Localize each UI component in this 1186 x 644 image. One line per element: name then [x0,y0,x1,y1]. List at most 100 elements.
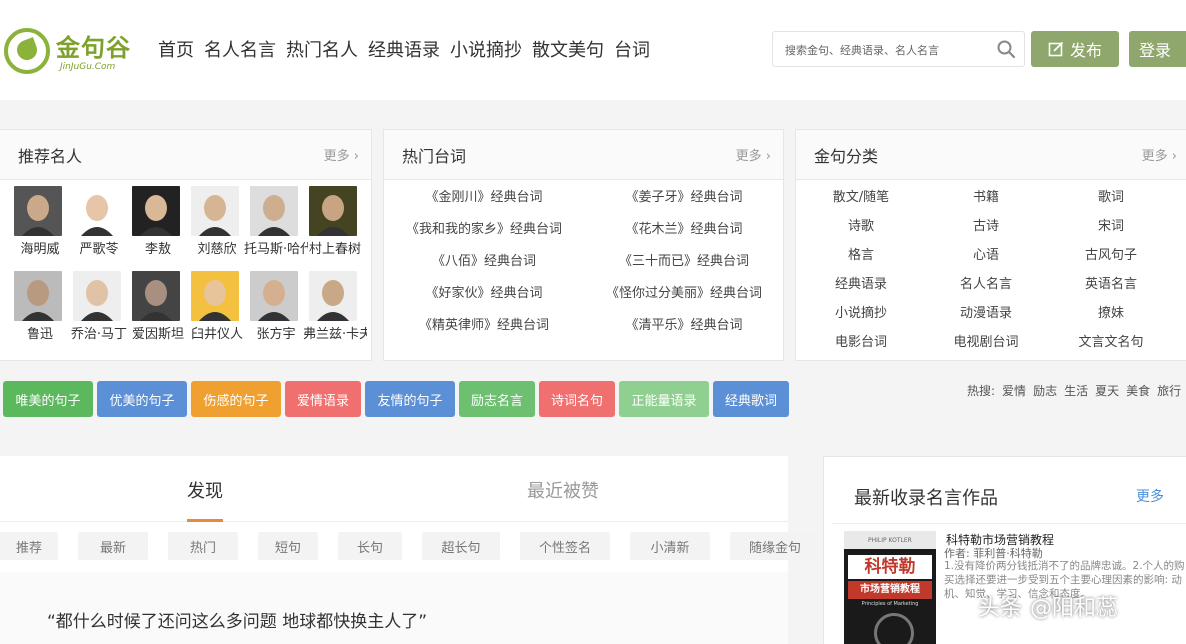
person-card[interactable]: 张方宇 [248,271,307,342]
nav-lines[interactable]: 台词 [614,36,650,62]
hot-search-link[interactable]: 旅行 [1157,382,1181,399]
line-item[interactable]: 《花木兰》经典台词 [584,218,784,237]
subtab[interactable]: 随缘金句 [730,532,820,560]
category-item[interactable]: 书籍 [926,186,1046,205]
person-card[interactable]: 严歌苓 [71,186,130,257]
categories-panel: 金句分类 更多 › 散文/随笔书籍歌词诗歌古诗宋词格言心语古风句子经典语录名人名… [795,129,1186,361]
person-card[interactable]: 弗兰兹·卡夫卡 [307,271,366,342]
person-name: 乔治·马丁 [67,323,131,342]
nav-prose[interactable]: 散文美句 [532,36,604,62]
category-item[interactable]: 电影台词 [796,331,926,350]
category-item[interactable]: 散文/随笔 [796,186,926,205]
person-avatar [14,271,62,321]
publish-button[interactable]: 发布 [1031,31,1119,67]
person-card[interactable]: 刘慈欣 [189,186,248,257]
category-item[interactable]: 宋词 [1046,215,1176,234]
feed-quote[interactable]: “都什么时候了还问这么多问题 地球都快换主人了” [47,607,427,632]
category-item[interactable]: 英语名言 [1046,273,1176,292]
tag-button[interactable]: 诗词名句 [539,381,615,417]
logo-text: 金句谷 [56,28,131,63]
category-item[interactable]: 名人名言 [926,273,1046,292]
nav-hot-people[interactable]: 热门名人 [286,36,358,62]
category-item[interactable]: 歌词 [1046,186,1176,205]
tag-button[interactable]: 伤感的句子 [191,381,281,417]
person-avatar [73,186,121,236]
line-item[interactable]: 《清平乐》经典台词 [584,314,784,333]
search-icon[interactable] [996,39,1016,59]
tab-recently-liked[interactable]: 最近被赞 [527,477,599,503]
cover-title: 科特勒 [848,555,932,579]
line-item[interactable]: 《三十而已》经典台词 [584,250,784,269]
tag-button[interactable]: 优美的句子 [97,381,187,417]
tag-button[interactable]: 励志名言 [459,381,535,417]
watermark-account: @阳和蕊 [1030,590,1118,622]
logo-subtext: JinJuGu.Com [60,62,115,72]
line-item[interactable]: 《金刚川》经典台词 [384,186,584,205]
panel-header: 推荐名人 更多 › [0,130,371,180]
more-link[interactable]: 更多 › [1142,145,1177,164]
nav-home[interactable]: 首页 [158,36,194,62]
nav-famous-quotes[interactable]: 名人名言 [204,36,276,62]
category-item[interactable]: 小说摘抄 [796,302,926,321]
subtab[interactable]: 热门 [168,532,238,560]
subtab[interactable]: 最新 [78,532,148,560]
subtab[interactable]: 小清新 [630,532,710,560]
tag-button[interactable]: 唯美的句子 [3,381,93,417]
tag-button[interactable]: 友情的句子 [365,381,455,417]
subtab[interactable]: 长句 [338,532,402,560]
more-link[interactable]: 更多 › [324,145,359,164]
leaf-logo-icon [4,28,50,74]
person-card[interactable]: 海明威 [12,186,71,257]
more-link[interactable]: 更多 › [736,145,771,164]
tab-discover[interactable]: 发现 [187,477,223,503]
category-item[interactable]: 文言文名句 [1046,331,1176,350]
person-card[interactable]: 李敖 [130,186,189,257]
line-item[interactable]: 《好家伙》经典台词 [384,282,584,301]
nav-novel-excerpts[interactable]: 小说摘抄 [450,36,522,62]
subtab[interactable]: 推荐 [0,532,58,560]
person-card[interactable]: 臼井仪人 [189,271,248,342]
person-card[interactable]: 托马斯·哈代 [248,186,307,257]
subtab[interactable]: 个性签名 [520,532,610,560]
line-item[interactable]: 《怪你过分美丽》经典台词 [584,282,784,301]
category-item[interactable]: 电视剧台词 [926,331,1046,350]
site-logo[interactable]: 金句谷 JinJuGu.Com [4,26,154,78]
hot-search-link[interactable]: 生活 [1064,382,1088,399]
more-link[interactable]: 更多 [1136,486,1164,506]
subtab[interactable]: 短句 [258,532,318,560]
cover-subtitle: Principles of Marketing [848,601,932,609]
category-item[interactable]: 经典语录 [796,273,926,292]
person-card[interactable]: 乔治·马丁 [71,271,130,342]
tag-button[interactable]: 正能量语录 [619,381,709,417]
category-item[interactable]: 格言 [796,244,926,263]
hot-search-link[interactable]: 励志 [1033,382,1057,399]
tag-button[interactable]: 经典歌词 [713,381,789,417]
tag-button[interactable]: 爱情语录 [285,381,361,417]
panel-title: 推荐名人 [18,143,82,167]
book-cover[interactable]: PHILIP KOTLER 科特勒 市场营销教程 Principles of M… [844,531,936,644]
hot-search-link[interactable]: 爱情 [1002,382,1026,399]
line-item[interactable]: 《精英律师》经典台词 [384,314,584,333]
subtab[interactable]: 超长句 [422,532,500,560]
category-item[interactable]: 古诗 [926,215,1046,234]
person-card[interactable]: 爱因斯坦 [130,271,189,342]
person-avatar [132,186,180,236]
line-item[interactable]: 《姜子牙》经典台词 [584,186,784,205]
hot-search-link[interactable]: 美食 [1126,382,1150,399]
hot-search-link[interactable]: 夏天 [1095,382,1119,399]
category-item[interactable]: 心语 [926,244,1046,263]
search-box [772,31,1025,67]
hot-lines-panel: 热门台词 更多 › 《金刚川》经典台词《姜子牙》经典台词《我和我的家乡》经典台词… [383,129,784,361]
category-item[interactable]: 撩妹 [1046,302,1176,321]
login-button[interactable]: 登录 [1129,31,1186,67]
category-item[interactable]: 诗歌 [796,215,926,234]
category-item[interactable]: 动漫语录 [926,302,1046,321]
line-item[interactable]: 《八佰》经典台词 [384,250,584,269]
person-card[interactable]: 鲁迅 [12,271,71,342]
line-item[interactable]: 《我和我的家乡》经典台词 [384,218,584,237]
category-item[interactable]: 古风句子 [1046,244,1176,263]
nav-classic-quotes[interactable]: 经典语录 [368,36,440,62]
people-grid: 海明威严歌苓李敖刘慈欣托马斯·哈代村上春树鲁迅乔治·马丁爱因斯坦臼井仪人张方宇弗… [12,186,372,342]
search-input[interactable] [785,40,985,60]
person-card[interactable]: 村上春树 [307,186,366,257]
